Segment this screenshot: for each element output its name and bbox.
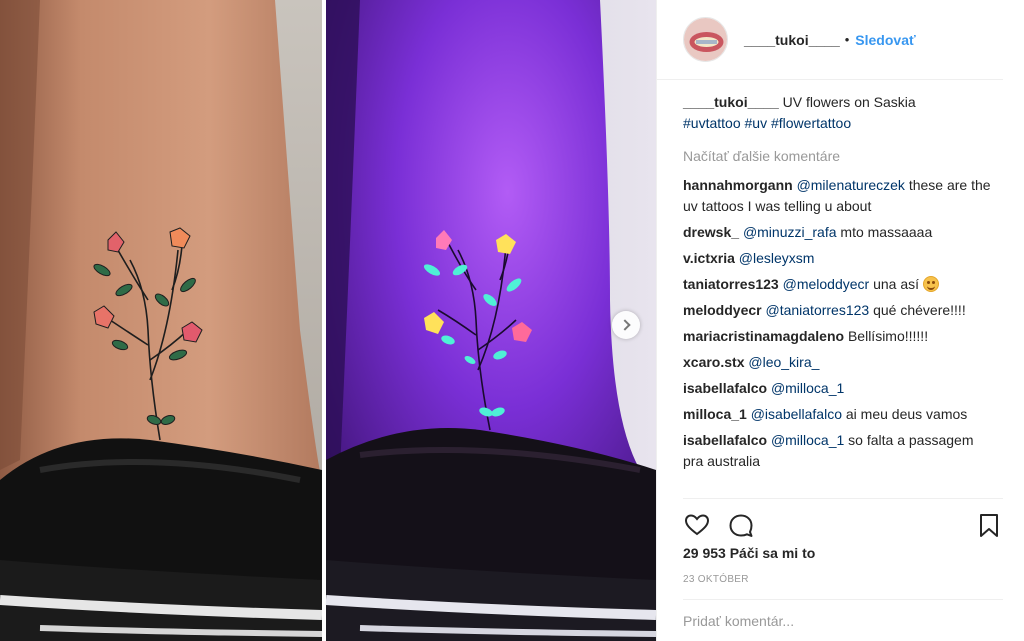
- comment-mention[interactable]: @milenatureczek: [797, 177, 905, 193]
- caption-text: UV flowers on Saskia: [782, 94, 916, 110]
- comment-text: Bellísimo!!!!!!: [847, 328, 929, 344]
- comment-mention[interactable]: @isabellafalco: [751, 406, 842, 422]
- separator-dot: •: [844, 32, 850, 47]
- hashtag[interactable]: #uvtattoo: [683, 115, 741, 131]
- bookmark-icon[interactable]: [975, 511, 1003, 539]
- comment-mention[interactable]: @minuzzi_rafa: [743, 224, 837, 240]
- comment-mention[interactable]: @milloca_1: [771, 380, 844, 396]
- comment-username[interactable]: milloca_1: [683, 406, 747, 422]
- comment: milloca_1 @isabellafalco ai meu deus vam…: [683, 404, 995, 425]
- comment: v.ictxria @lesleyxsm: [683, 248, 995, 269]
- comment-icon[interactable]: [727, 511, 755, 539]
- comments-list: ____tukoi____ UV flowers on Saskia #uvta…: [683, 92, 995, 477]
- avatar-image: [684, 18, 727, 61]
- comment-username[interactable]: mariacristinamagdaleno: [683, 328, 844, 344]
- comment-mention[interactable]: @leo_kira_: [748, 354, 819, 370]
- comment-text: ai meu deus vamos: [841, 406, 968, 422]
- comment: isabellafalco @milloca_1: [683, 378, 995, 399]
- comment: meloddyecr @taniatorres123 qué chévere!!…: [683, 300, 995, 321]
- comment: drewsk_ @minuzzi_rafa mto massaaaa: [683, 222, 995, 243]
- tattoo-photo: [0, 0, 656, 641]
- comment-username[interactable]: meloddyecr: [683, 302, 762, 318]
- chevron-right-icon: [618, 319, 631, 331]
- post-media[interactable]: [0, 0, 656, 641]
- instagram-post: ____tukoi____ • Sledovať ____tukoi____ U…: [0, 0, 1024, 641]
- post-actions-bar: [683, 498, 1003, 538]
- post-caption: ____tukoi____ UV flowers on Saskia #uvta…: [683, 92, 995, 134]
- post-author-username[interactable]: ____tukoi____: [744, 32, 840, 48]
- comment-username[interactable]: taniatorres123: [683, 276, 779, 292]
- comment-username[interactable]: drewsk_: [683, 224, 739, 240]
- comment: mariacristinamagdaleno Bellísimo!!!!!!: [683, 326, 995, 347]
- comment-mention[interactable]: @lesleyxsm: [739, 250, 815, 266]
- comment-username[interactable]: hannahmorgann: [683, 177, 793, 193]
- post-side-panel: ____tukoi____ • Sledovať ____tukoi____ U…: [656, 0, 1024, 641]
- avatar[interactable]: [683, 17, 728, 62]
- comment-mention[interactable]: @milloca_1: [771, 432, 844, 448]
- comment: isabellafalco @milloca_1 so falta a pass…: [683, 430, 995, 472]
- comment: taniatorres123 @meloddyecr una así: [683, 274, 995, 295]
- comment: hannahmorgann @milenatureczek these are …: [683, 175, 995, 217]
- comment-text: una así: [869, 276, 923, 292]
- smiling-emoji-icon: [922, 276, 939, 292]
- load-more-comments-button[interactable]: Načítať ďalšie komentáre: [683, 146, 995, 167]
- comment-username[interactable]: xcaro.stx: [683, 354, 744, 370]
- comment-text: mto massaaaa: [836, 224, 933, 240]
- heart-icon[interactable]: [683, 511, 711, 539]
- post-date[interactable]: 23 OKTÓBER: [683, 574, 749, 585]
- comment-text: qué chévere!!!!: [869, 302, 966, 318]
- comment-username[interactable]: v.ictxria: [683, 250, 735, 266]
- comment-username[interactable]: isabellafalco: [683, 432, 767, 448]
- post-header: ____tukoi____ • Sledovať: [657, 0, 1003, 80]
- next-photo-button[interactable]: [612, 311, 640, 339]
- comment-mention[interactable]: @taniatorres123: [765, 302, 869, 318]
- likes-count[interactable]: 29 953 Páči sa mi to: [683, 545, 815, 561]
- comment-mention[interactable]: @meloddyecr: [783, 276, 870, 292]
- follow-button[interactable]: Sledovať: [855, 32, 915, 48]
- caption-username[interactable]: ____tukoi____: [683, 94, 779, 110]
- comment: xcaro.stx @leo_kira_: [683, 352, 995, 373]
- hashtag[interactable]: #flowertattoo: [771, 115, 851, 131]
- add-comment-field[interactable]: Pridať komentár...: [683, 599, 1003, 641]
- comment-username[interactable]: isabellafalco: [683, 380, 767, 396]
- hashtag[interactable]: #uv: [745, 115, 768, 131]
